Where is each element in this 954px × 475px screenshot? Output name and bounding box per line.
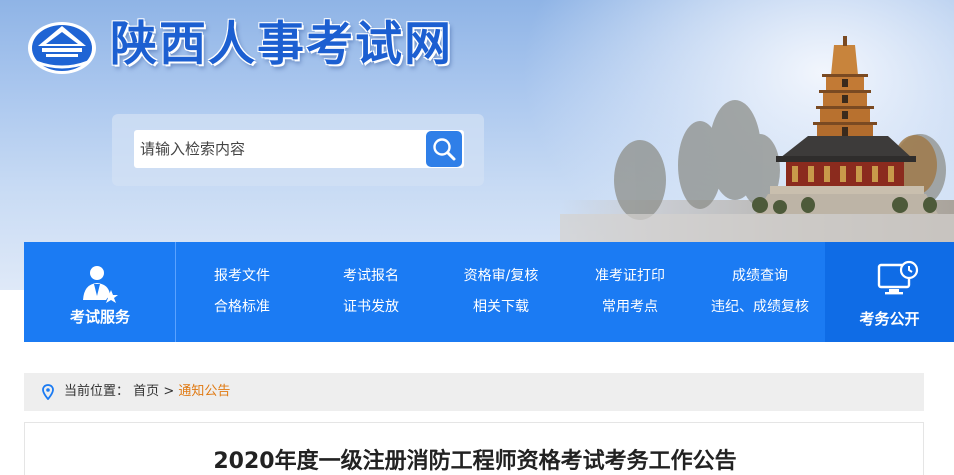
- nav-link-hege-biaozhun[interactable]: 合格标准: [177, 297, 307, 317]
- nav-link-xiangguan-xiazai[interactable]: 相关下载: [436, 297, 566, 317]
- main-nav: 考试服务 报考文件 考试报名 资格审/复核 准考证打印 成绩查询 合格标准 证书…: [24, 242, 954, 342]
- nav-link-zhunkaozheng-dayin[interactable]: 准考证打印: [565, 266, 695, 286]
- location-pin-icon: [42, 384, 54, 400]
- breadcrumb-prefix: 当前位置：: [64, 384, 130, 399]
- nav-link-zige-shenhe[interactable]: 资格审/复核: [436, 266, 566, 286]
- site-logo-icon: [28, 22, 96, 74]
- monitor-clock-icon: [877, 260, 919, 295]
- nav-link-chengji-chaxun[interactable]: 成绩查询: [695, 266, 825, 286]
- user-star-icon: [83, 266, 118, 303]
- site-title: 陕西人事考试网: [110, 17, 453, 72]
- breadcrumb-home-link[interactable]: 首页: [133, 384, 159, 399]
- exam-affairs-public-label: 考务公开: [859, 310, 920, 328]
- nav-links: 报考文件 考试报名 资格审/复核 准考证打印 成绩查询 合格标准 证书发放 相关…: [177, 242, 825, 342]
- nav-link-weiji-chengji-fuhe[interactable]: 违纪、成绩复核: [695, 297, 825, 317]
- breadcrumb-current-link[interactable]: 通知公告: [178, 384, 230, 399]
- nav-link-changyong-kaodian[interactable]: 常用考点: [565, 297, 695, 317]
- breadcrumb-separator: >: [163, 384, 175, 399]
- search-icon: [433, 138, 456, 161]
- nav-link-baokao-wenjian[interactable]: 报考文件: [177, 266, 307, 286]
- article-panel: 2020年度一级注册消防工程师资格考试考务工作公告: [24, 422, 924, 475]
- nav-link-kaoshi-baoming[interactable]: 考试报名: [306, 266, 436, 286]
- article-title: 2020年度一级注册消防工程师资格考试考务工作公告: [213, 449, 737, 474]
- breadcrumb: 当前位置： 首页 > 通知公告: [24, 373, 924, 411]
- exam-service-section[interactable]: 考试服务: [24, 242, 176, 342]
- nav-link-zhengshu-fafang[interactable]: 证书发放: [306, 297, 436, 317]
- search-input[interactable]: [134, 130, 464, 168]
- search-button[interactable]: [426, 131, 462, 167]
- exam-affairs-public-section[interactable]: 考务公开: [825, 242, 954, 342]
- exam-service-label: 考试服务: [69, 308, 130, 326]
